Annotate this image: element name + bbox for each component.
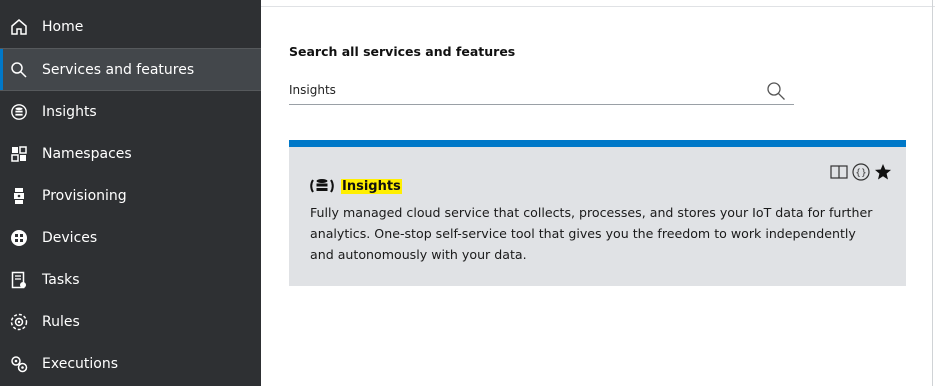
divider (932, 0, 933, 386)
sidebar-item-label: Devices (42, 230, 98, 246)
executions-icon (10, 355, 28, 373)
rules-icon (10, 313, 28, 331)
sidebar-item-insights[interactable]: Insights (0, 91, 261, 133)
tasks-icon (10, 271, 28, 289)
api-icon[interactable]: {} (852, 163, 870, 181)
star-icon[interactable] (874, 163, 892, 181)
sidebar-item-tasks[interactable]: Tasks (0, 259, 261, 301)
card-description: Fully managed cloud service that collect… (310, 205, 873, 262)
sidebar-item-rules[interactable]: Rules (0, 301, 261, 343)
sidebar-item-provisioning[interactable]: Provisioning (0, 175, 261, 217)
card-header: Insights (309, 173, 402, 199)
card-title[interactable]: Insights (341, 178, 402, 194)
sidebar-item-label: Executions (42, 356, 118, 372)
book-icon[interactable] (830, 163, 848, 181)
svg-text:{}: {} (855, 169, 866, 179)
divider (261, 6, 935, 7)
home-icon (10, 18, 28, 36)
sidebar-item-namespaces[interactable]: Namespaces (0, 133, 261, 175)
sidebar-item-home[interactable]: Home (0, 6, 261, 48)
search-icon (10, 61, 28, 79)
provisioning-icon (10, 187, 28, 205)
search-icon[interactable] (766, 81, 786, 101)
sidebar-item-services-and-features[interactable]: Services and features (0, 49, 261, 91)
sidebar-item-label: Services and features (42, 62, 195, 78)
search-field[interactable] (289, 78, 794, 105)
sidebar-item-label: Provisioning (42, 188, 127, 204)
insights-icon (10, 103, 28, 121)
sidebar-item-devices[interactable]: Devices (0, 217, 261, 259)
search-title: Search all services and features (289, 44, 516, 59)
card-actions: {} (830, 163, 892, 181)
sidebar: Home Services and features Insights Name… (0, 0, 261, 386)
insights-icon (309, 173, 335, 199)
devices-icon (10, 229, 28, 247)
sidebar-item-label: Tasks (42, 272, 80, 288)
sidebar-item-label: Insights (42, 104, 97, 120)
sidebar-item-label: Namespaces (42, 146, 132, 162)
sidebar-item-executions[interactable]: Executions (0, 343, 261, 385)
search-input[interactable] (289, 78, 749, 102)
result-card[interactable]: {} Insights Fully managed cloud service … (289, 140, 906, 286)
sidebar-item-label: Rules (42, 314, 80, 330)
sidebar-item-label: Home (42, 19, 84, 35)
namespaces-icon (10, 145, 28, 163)
